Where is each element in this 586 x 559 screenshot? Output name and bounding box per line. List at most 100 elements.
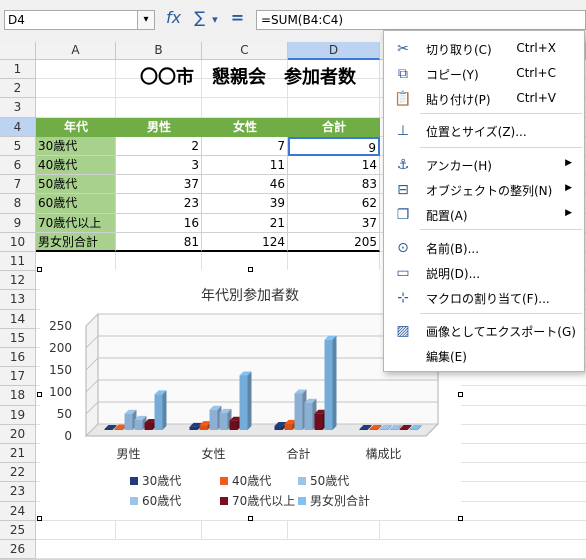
row-header-19[interactable]: 19 [0, 405, 36, 425]
table-cell[interactable]: 16 [116, 213, 202, 233]
table-cell[interactable]: 21 [202, 213, 288, 233]
resize-handle[interactable] [458, 516, 463, 521]
row-header-4[interactable]: 4 [0, 117, 36, 137]
row-header-1[interactable]: 1 [0, 60, 36, 80]
menu-item-description[interactable]: ▭ 説明(D)... [384, 261, 582, 285]
table-cell[interactable]: 205 [288, 232, 380, 252]
legend-swatch [220, 477, 228, 485]
row-header-12[interactable]: 12 [0, 271, 36, 291]
table-cell[interactable]: 50歳代 [36, 175, 116, 195]
bar [144, 422, 153, 430]
function-wizard-icon[interactable]: fx [166, 8, 181, 27]
table-cell[interactable]: 39 [202, 194, 288, 214]
menu-item-copy[interactable]: ⧉ コピー(Y) Ctrl+C [384, 62, 582, 86]
table-cell[interactable]: 60歳代 [36, 194, 116, 214]
table-cell[interactable]: 37 [288, 213, 380, 233]
bar [389, 429, 398, 430]
resize-handle[interactable] [37, 392, 42, 397]
menu-item-label: 位置とサイズ(Z)... [426, 125, 527, 139]
bar [104, 429, 113, 430]
y-tick-label: 0 [64, 429, 72, 443]
copy-icon: ⧉ [398, 66, 408, 82]
column-header-c[interactable]: C [202, 42, 288, 60]
row-header-15[interactable]: 15 [0, 328, 36, 348]
row-header-22[interactable]: 22 [0, 463, 36, 483]
table-cell[interactable]: 11 [202, 156, 288, 176]
column-header-b[interactable]: B [116, 42, 202, 60]
menu-item-paste[interactable]: 📋 貼り付け(P) Ctrl+V [384, 87, 582, 111]
row-header-2[interactable]: 2 [0, 79, 36, 99]
row-header-25[interactable]: 25 [0, 520, 36, 540]
row-header-21[interactable]: 21 [0, 444, 36, 464]
table-cell[interactable]: 7 [202, 136, 288, 156]
menu-item-edit[interactable]: 編集(E) [384, 344, 582, 368]
bar [379, 429, 388, 430]
menu-item-cut[interactable]: ✂ 切り取り(C) Ctrl+X [384, 37, 582, 61]
menu-item-arrange[interactable]: ❐ 配置(A) ▶ [384, 203, 582, 227]
column-header-d[interactable]: D [288, 42, 380, 60]
row-header-13[interactable]: 13 [0, 290, 36, 310]
table-cell[interactable]: 40歳代 [36, 156, 116, 176]
row-header-5[interactable]: 5 [0, 136, 36, 156]
resize-handle[interactable] [37, 516, 42, 521]
row-header-24[interactable]: 24 [0, 501, 36, 521]
row-header-8[interactable]: 8 [0, 194, 36, 214]
sum-dropdown-icon[interactable]: ▾ [212, 13, 218, 26]
row-header-16[interactable]: 16 [0, 348, 36, 368]
formula-input[interactable]: =SUM(B4:C4) [256, 10, 586, 30]
select-all-corner[interactable] [0, 42, 36, 60]
menu-item-label: アンカー(H) [426, 159, 492, 173]
menu-item-assign-macro[interactable]: ⊹ マクロの割り当て(F)... [384, 286, 582, 310]
table-cell[interactable]: 9 [288, 136, 380, 156]
table-cell[interactable]: 3 [116, 156, 202, 176]
table-header-cell[interactable]: 女性 [202, 117, 288, 137]
row-header-14[interactable]: 14 [0, 309, 36, 329]
submenu-arrow-icon: ▶ [565, 208, 572, 218]
row-header-26[interactable]: 26 [0, 540, 36, 559]
y-tick-label: 250 [49, 319, 72, 333]
table-cell[interactable]: 37 [116, 175, 202, 195]
table-header-cell[interactable]: 年代 [36, 117, 116, 137]
row-header-17[interactable]: 17 [0, 367, 36, 387]
export-image-icon: ▨ [396, 323, 410, 339]
row-header-11[interactable]: 11 [0, 252, 36, 272]
column-header-a[interactable]: A [36, 42, 116, 60]
row-header-7[interactable]: 7 [0, 175, 36, 195]
resize-handle[interactable] [248, 516, 253, 521]
row-header-18[interactable]: 18 [0, 386, 36, 406]
table-cell[interactable]: 14 [288, 156, 380, 176]
table-cell[interactable]: 81 [116, 232, 202, 252]
table-cell[interactable]: 23 [116, 194, 202, 214]
table-cell[interactable]: 70歳代以上 [36, 213, 116, 233]
menu-separator [420, 229, 582, 230]
row-header-3[interactable]: 3 [0, 98, 36, 118]
table-cell[interactable]: 男女別合計 [36, 232, 116, 252]
resize-handle[interactable] [37, 267, 42, 272]
table-cell[interactable]: 2 [116, 136, 202, 156]
table-cell[interactable]: 30歳代 [36, 136, 116, 156]
formula-icon[interactable]: = [231, 8, 244, 27]
menu-item-name[interactable]: ⊙ 名前(B)... [384, 236, 582, 260]
bar [399, 429, 408, 430]
table-cell[interactable]: 124 [202, 232, 288, 252]
row-header-23[interactable]: 23 [0, 482, 36, 502]
table-header-cell[interactable]: 合計 [288, 117, 380, 137]
menu-item-anchor[interactable]: ⚓ アンカー(H) ▶ [384, 153, 582, 177]
name-box[interactable]: D4 [4, 10, 154, 30]
row-header-6[interactable]: 6 [0, 156, 36, 176]
row-header-20[interactable]: 20 [0, 424, 36, 444]
sum-icon[interactable]: ∑ [194, 8, 205, 27]
table-header-cell[interactable]: 男性 [116, 117, 202, 137]
table-cell[interactable]: 46 [202, 175, 288, 195]
table-cell[interactable]: 83 [288, 175, 380, 195]
menu-item-export-image[interactable]: ▨ 画像としてエクスポート(G) [384, 319, 582, 343]
cut-icon: ✂ [397, 41, 409, 57]
row-header-10[interactable]: 10 [0, 232, 36, 252]
row-header-9[interactable]: 9 [0, 213, 36, 233]
name-box-dropdown-icon[interactable]: ▾ [137, 10, 155, 30]
resize-handle[interactable] [248, 267, 253, 272]
table-cell[interactable]: 62 [288, 194, 380, 214]
menu-item-align-objects[interactable]: ⊟ オブジェクトの整列(N) ▶ [384, 178, 582, 202]
resize-handle[interactable] [458, 392, 463, 397]
menu-item-position-size[interactable]: ⊥ 位置とサイズ(Z)... [384, 119, 582, 143]
